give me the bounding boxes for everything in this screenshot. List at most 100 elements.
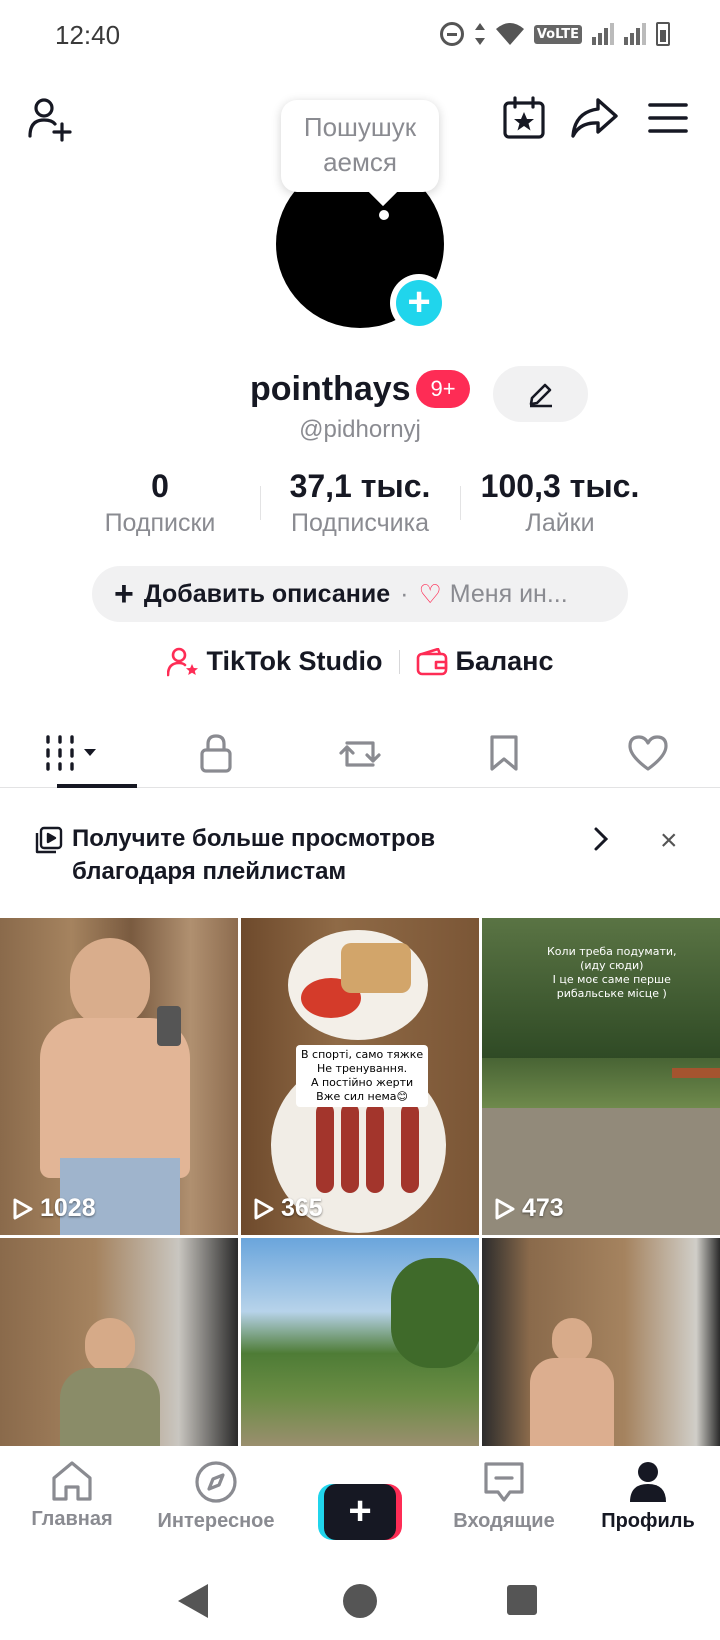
nav-discover[interactable]: Интересное [144,1446,288,1566]
avatar-mark [379,210,389,220]
data-arrows-icon [474,23,485,45]
wifi-icon [495,23,524,45]
playlist-icon [35,826,63,859]
profile-icon [630,1462,666,1502]
signal-1-icon [592,23,614,45]
bottom-navigation: Главная Интересное + Входящие Профиль [0,1446,720,1566]
chevron-right-icon[interactable] [593,826,609,859]
volte-icon: VoLTE [533,24,582,44]
home-icon [52,1461,92,1501]
status-time: 12:40 [55,20,121,50]
promo-text: Получите больше просмотров благодаря пле… [72,822,512,888]
nav-create[interactable]: + [288,1446,432,1566]
calendar-button[interactable] [498,92,550,144]
promo-line-2: благодаря плейлистам [72,858,347,885]
battery-icon [656,22,670,46]
bio-pill[interactable]: + Добавить описание · ♡ Меня ин... [92,566,628,622]
balance-label: Баланс [455,646,554,676]
video-thumbnail[interactable] [482,1238,720,1448]
pencil-icon [529,383,552,408]
stat-likes[interactable]: 100,3 тыс. Лайки [460,468,660,548]
video-thumbnail[interactable]: В спорті, само тяжке Не тренування. А по… [241,918,479,1235]
add-bio-label: Добавить описание [143,579,391,608]
status-tooltip[interactable]: Пошушук аемся [281,100,439,192]
plus-icon: + [396,280,442,326]
nav-profile-label: Профиль [601,1510,695,1532]
user-star-icon [166,647,198,676]
notification-badge[interactable]: 9+ [416,370,470,408]
play-icon [254,1198,274,1219]
tab-videos[interactable] [0,718,144,788]
stat-followers[interactable]: 37,1 тыс. Подписчика [260,468,460,548]
share-button[interactable] [568,92,620,144]
nav-home[interactable]: Главная [0,1446,144,1566]
tooltip-line-1: Пошушук [303,112,417,142]
back-icon[interactable] [178,1584,208,1618]
repost-icon [339,740,381,767]
system-navigation-bar [0,1566,720,1640]
view-count: 365 [253,1194,323,1223]
video-thumbnail[interactable]: 1028 [0,918,238,1235]
video-caption-overlay: Коли треба подумати, (иду сюди) І це моє… [547,945,677,1000]
edit-profile-button[interactable] [493,366,588,422]
inbox-icon [484,1462,524,1502]
view-count: 473 [494,1194,564,1223]
nav-home-label: Главная [31,1508,113,1530]
interests-label: Меня ин... [449,579,568,608]
recent-apps-icon[interactable] [507,1585,537,1615]
user-handle: @pidhornyj [299,416,421,443]
nav-discover-label: Интересное [157,1510,275,1532]
nav-inbox-label: Входящие [453,1510,555,1532]
balance-link[interactable]: Баланс [416,646,554,677]
add-avatar-button[interactable]: + [390,274,448,332]
view-count: 1028 [12,1194,96,1223]
tab-reposts[interactable] [288,718,432,787]
nav-profile[interactable]: Профиль [576,1446,720,1566]
hamburger-menu-icon [648,103,688,133]
stat-value: 37,1 тыс. [289,468,431,504]
stat-value: 100,3 тыс. [480,468,640,504]
create-button: + [318,1484,402,1540]
tab-private[interactable] [144,718,288,787]
home-circle-icon[interactable] [343,1584,377,1618]
tab-favorites[interactable] [432,718,576,787]
link-divider [398,649,400,674]
stat-label: Лайки [525,509,595,537]
video-grid-icon [46,734,96,771]
tiktok-studio-link[interactable]: TikTok Studio [166,646,383,677]
plus-icon: + [114,575,134,613]
share-arrow-icon [571,98,618,138]
video-thumbnail[interactable]: Коли треба подумати, (иду сюди) І це моє… [482,918,720,1235]
compass-icon [195,1461,237,1503]
wallet-icon [416,647,447,675]
heart-icon [628,734,668,771]
stat-label: Подписчика [290,509,429,537]
menu-button[interactable] [642,92,694,144]
playlist-promo-banner[interactable]: Получите больше просмотров благодаря пле… [0,820,720,900]
display-name: pointhays [250,370,411,408]
video-thumbnail[interactable] [241,1238,479,1448]
stat-following[interactable]: 0 Подписки [60,468,260,548]
tab-liked[interactable] [576,718,720,787]
video-grid: 1028 В спорті, само тяжке Не тренування.… [0,918,720,1448]
play-icon [495,1198,515,1219]
status-icons: VoLTE [439,22,670,46]
play-icon [13,1198,33,1219]
promo-line-1: Получите больше просмотров [72,825,436,852]
tooltip-line-2: аемся [323,147,397,177]
tiktok-studio-label: TikTok Studio [206,646,383,676]
plus-icon: + [324,1484,396,1540]
do-not-disturb-icon [439,22,464,46]
add-friend-button[interactable] [24,92,76,144]
nav-inbox[interactable]: Входящие [432,1446,576,1566]
heart-icon: ♡ [418,578,442,609]
video-caption-overlay: В спорті, само тяжке Не тренування. А по… [296,1045,429,1107]
profile-stats: 0 Подписки 37,1 тыс. Подписчика 100,3 ты… [60,468,660,548]
bookmark-icon [490,734,518,771]
close-icon[interactable]: × [660,824,678,858]
lock-icon [200,733,232,773]
video-thumbnail[interactable] [0,1238,238,1448]
bio-separator: · [400,579,409,608]
signal-2-icon [624,23,646,45]
add-user-icon [28,98,72,142]
